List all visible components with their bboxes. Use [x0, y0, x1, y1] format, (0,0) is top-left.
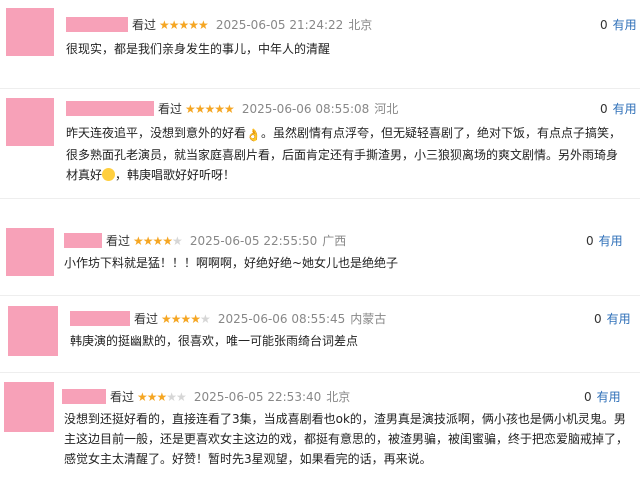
useful-vote[interactable]: 0 有用 [600, 101, 637, 117]
review-location: 河北 [374, 102, 399, 116]
rating-stars: ★★★★★ [137, 390, 187, 404]
review-location: 北京 [326, 390, 351, 404]
avatar[interactable] [6, 8, 54, 56]
review-time: 2025-06-06 08:55:08 [241, 102, 370, 116]
useful-vote[interactable]: 0 有用 [600, 17, 637, 33]
useful-count: 0 [600, 102, 608, 116]
seen-label: 看过 [132, 18, 157, 32]
useful-button[interactable]: 有用 [613, 18, 637, 32]
review-item: 看过 ★★★★★ 2025-06-05 22:53:40 北京 0 有用 没想到还挺好看… [0, 378, 640, 480]
rating-stars: ★★★★★ [185, 102, 235, 116]
review-meta: 看过 ★★★★★ 2025-06-05 22:55:50 广西 [106, 233, 346, 249]
avatar[interactable] [8, 306, 58, 356]
review-meta: 看过 ★★★★★ 2025-06-06 08:55:08 河北 [158, 101, 398, 117]
username[interactable] [62, 389, 106, 404]
review-content: 韩庚演的挺幽默的，很喜欢，唯一可能张雨绮台词差点 [70, 334, 359, 348]
review-content: 昨天连夜追平，没想到意外的好看👌。虽然剧情有点浮夸，但无疑轻喜剧了，绝对下饭，有… [66, 126, 621, 182]
review-content: 小作坊下料就是猛！！！啊啊啊，好绝好绝~她女儿也是绝绝子 [64, 256, 399, 270]
avatar[interactable] [6, 228, 54, 276]
review-content: 没想到还挺好看的，直接连看了3集，当成喜剧看也ok的，渣男真是演技派啊，俩小孩也… [64, 412, 629, 466]
username[interactable] [70, 311, 130, 326]
divider [0, 372, 640, 373]
review-item: 看过 ★★★★★ 2025-06-05 22:55:50 广西 0 有用 小作坊下料就是… [0, 220, 640, 290]
review-meta: 看过 ★★★★★ 2025-06-05 21:24:22 北京 [132, 17, 372, 33]
useful-vote[interactable]: 0 有用 [594, 311, 631, 327]
avatar[interactable] [6, 98, 54, 146]
review-location: 广西 [322, 234, 347, 248]
avatar[interactable] [4, 382, 54, 432]
review-location: 北京 [348, 18, 373, 32]
useful-button[interactable]: 有用 [597, 390, 621, 404]
seen-label: 看过 [110, 390, 135, 404]
useful-count: 0 [600, 18, 608, 32]
useful-button[interactable]: 有用 [613, 102, 637, 116]
username[interactable] [66, 101, 154, 116]
review-content: 很现实，都是我们亲身发生的事儿，中年人的清醒 [66, 42, 331, 56]
laughing-emoji-icon [102, 168, 116, 181]
seen-label: 看过 [158, 102, 183, 116]
review-location: 内蒙古 [350, 312, 387, 326]
username[interactable] [66, 17, 128, 32]
review-item: 看过 ★★★★★ 2025-06-05 21:24:22 北京 0 有用 很现实，都是我… [0, 0, 640, 90]
useful-button[interactable]: 有用 [607, 312, 631, 326]
review-item: 看过 ★★★★★ 2025-06-06 08:55:45 内蒙古 0 有用 韩庚演的挺幽… [0, 300, 640, 370]
useful-vote[interactable]: 0 有用 [584, 389, 621, 405]
review-meta: 看过 ★★★★★ 2025-06-06 08:55:45 内蒙古 [134, 311, 386, 327]
divider [0, 88, 640, 89]
divider [0, 198, 640, 199]
rating-stars: ★★★★★ [133, 234, 183, 248]
review-item: 看过 ★★★★★ 2025-06-06 08:55:08 河北 0 有用 昨天连夜追平，… [0, 90, 640, 195]
divider [0, 295, 640, 296]
useful-count: 0 [586, 234, 594, 248]
useful-vote[interactable]: 0 有用 [586, 233, 623, 249]
review-time: 2025-06-05 22:53:40 [193, 390, 322, 404]
seen-label: 看过 [134, 312, 159, 326]
useful-count: 0 [594, 312, 602, 326]
review-time: 2025-06-06 08:55:45 [217, 312, 346, 326]
hand-ok-icon: 👌 [246, 128, 261, 142]
review-time: 2025-06-05 22:55:50 [189, 234, 318, 248]
rating-stars: ★★★★★ [161, 312, 211, 326]
review-meta: 看过 ★★★★★ 2025-06-05 22:53:40 北京 [110, 389, 350, 405]
username[interactable] [64, 233, 102, 248]
useful-button[interactable]: 有用 [599, 234, 623, 248]
useful-count: 0 [584, 390, 592, 404]
seen-label: 看过 [106, 234, 131, 248]
rating-stars: ★★★★★ [159, 18, 209, 32]
review-time: 2025-06-05 21:24:22 [215, 18, 344, 32]
